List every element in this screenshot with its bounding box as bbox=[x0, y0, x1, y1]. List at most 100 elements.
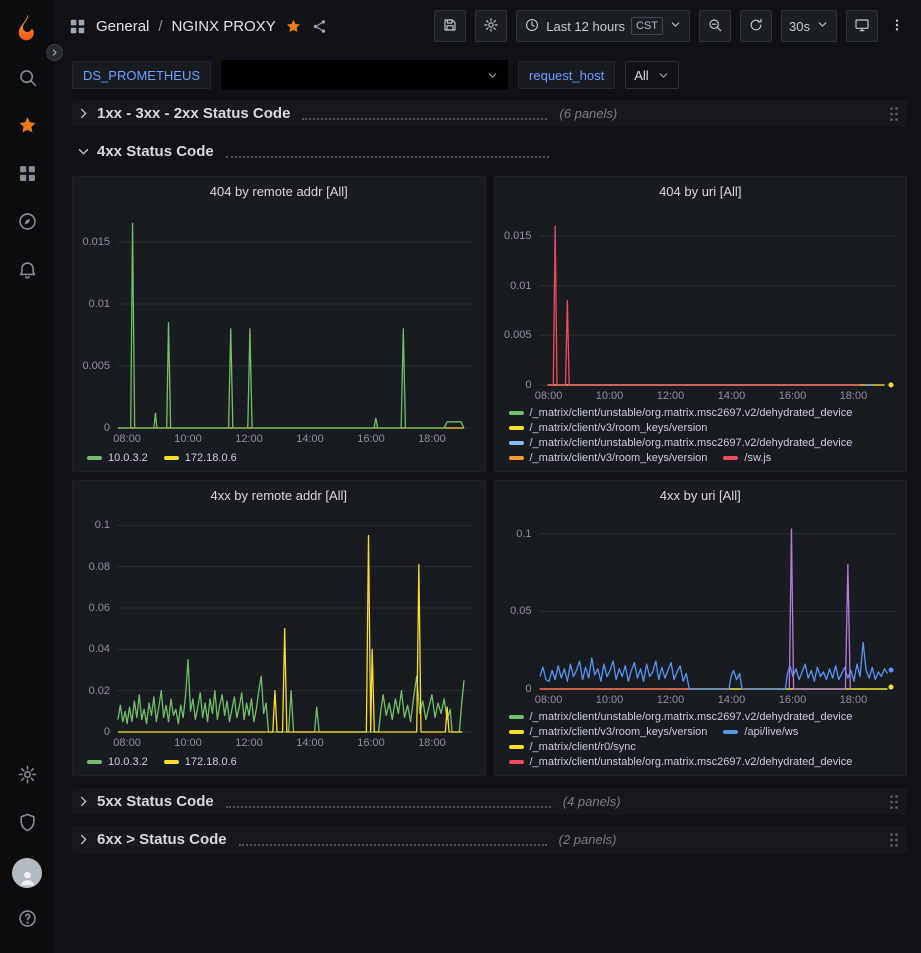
legend-label: /_matrix/client/unstable/org.matrix.msc2… bbox=[530, 437, 853, 449]
series-endpoint-dot bbox=[888, 668, 893, 673]
legend-item[interactable]: /api/live/ws bbox=[723, 726, 798, 738]
legend-item[interactable]: /_matrix/client/unstable/org.matrix.msc2… bbox=[509, 437, 853, 449]
legend-item[interactable]: /sw.js bbox=[723, 452, 771, 464]
legend-label: /_matrix/client/unstable/org.matrix.msc2… bbox=[530, 407, 853, 419]
y-axis-label: 0.015 bbox=[504, 230, 532, 242]
plot-area[interactable] bbox=[117, 515, 473, 732]
legend-item[interactable]: 10.0.3.2 bbox=[87, 452, 148, 464]
dashboard-settings-button[interactable] bbox=[475, 10, 507, 42]
x-axis-label: 18:00 bbox=[418, 737, 446, 749]
x-axis-label: 16:00 bbox=[357, 737, 385, 749]
row-5xx[interactable]: 5xx Status Code (4 panels) bbox=[72, 788, 907, 815]
legend-item[interactable]: 172.18.0.6 bbox=[164, 756, 237, 768]
sidebar-bottom bbox=[0, 753, 54, 945]
x-axis-label: 16:00 bbox=[357, 433, 385, 445]
legend-item[interactable]: /_matrix/client/v3/room_keys/version bbox=[509, 452, 708, 464]
tv-mode-button[interactable] bbox=[846, 10, 878, 42]
breadcrumb-section[interactable]: General bbox=[96, 18, 149, 35]
refresh-button[interactable] bbox=[740, 10, 772, 42]
sidebar-item-help[interactable] bbox=[0, 897, 54, 945]
variable-label-request-host: request_host bbox=[518, 61, 615, 89]
sidebar-item-configuration[interactable] bbox=[0, 753, 54, 801]
favorite-star-icon[interactable] bbox=[285, 18, 302, 35]
legend-label: /_matrix/client/v3/room_keys/version bbox=[530, 726, 708, 738]
panel-title[interactable]: 404 by uri [All] bbox=[495, 177, 907, 205]
sidebar-item-server-admin[interactable] bbox=[0, 801, 54, 849]
series-color-swatch bbox=[164, 456, 179, 460]
chevron-down-icon bbox=[76, 144, 91, 159]
y-axis-label: 0 bbox=[104, 726, 110, 738]
more-options-kebab[interactable] bbox=[887, 10, 907, 42]
plot-area[interactable] bbox=[117, 211, 473, 428]
plot-area[interactable] bbox=[539, 515, 895, 689]
legend-item[interactable]: 10.0.3.2 bbox=[87, 756, 148, 768]
variable-datasource-dropdown[interactable] bbox=[221, 60, 508, 90]
chart-legend: /_matrix/client/unstable/org.matrix.msc2… bbox=[495, 709, 907, 775]
chevron-down-icon bbox=[816, 18, 829, 34]
share-icon[interactable] bbox=[311, 18, 328, 35]
panel-title[interactable]: 4xx by remote addr [All] bbox=[73, 481, 485, 509]
time-range-picker[interactable]: Last 12 hours CST bbox=[516, 10, 690, 42]
legend-label: 172.18.0.6 bbox=[185, 452, 237, 464]
refresh-icon bbox=[748, 17, 764, 36]
save-dashboard-button[interactable] bbox=[434, 10, 466, 42]
row-drag-handle[interactable] bbox=[889, 832, 899, 848]
row-drag-handle[interactable] bbox=[889, 794, 899, 810]
y-axis-label: 0.005 bbox=[82, 360, 110, 372]
legend-item[interactable]: 172.18.0.6 bbox=[164, 452, 237, 464]
x-axis-label: 08:00 bbox=[535, 390, 563, 402]
star-icon bbox=[17, 115, 38, 141]
sidebar-expand-button[interactable] bbox=[46, 44, 63, 61]
plot-area[interactable] bbox=[539, 211, 895, 385]
legend-label: /_matrix/client/unstable/org.matrix.msc2… bbox=[530, 756, 853, 768]
row-panel-count: (6 panels) bbox=[559, 106, 617, 121]
sidebar-nav bbox=[0, 56, 54, 296]
y-axis-label: 0.1 bbox=[516, 528, 531, 540]
sidebar-item-starred[interactable] bbox=[0, 104, 54, 152]
row-6xx[interactable]: 6xx > Status Code (2 panels) bbox=[72, 826, 907, 853]
sidebar-item-search[interactable] bbox=[0, 56, 54, 104]
sidebar-item-profile[interactable] bbox=[0, 849, 54, 897]
sidebar-item-dashboards[interactable] bbox=[0, 152, 54, 200]
kebab-icon bbox=[889, 17, 905, 36]
legend-label: /sw.js bbox=[744, 452, 771, 464]
y-axis-label: 0.005 bbox=[504, 329, 532, 341]
sidebar-item-explore[interactable] bbox=[0, 200, 54, 248]
row-panel-count: (2 panels) bbox=[559, 832, 617, 847]
zoom-out-button[interactable] bbox=[699, 10, 731, 42]
panel-4xx-by-uri: 4xx by uri [All] 00.050.1 08:0010:0012:0… bbox=[494, 480, 908, 776]
y-axis: 00.0050.010.015 bbox=[75, 211, 117, 428]
dotted-leader bbox=[302, 107, 547, 120]
timeseries-chart: 00.0050.010.015 08:0010:0012:0014:0016:0… bbox=[495, 205, 907, 405]
legend-item[interactable]: /_matrix/client/r0/sync bbox=[509, 741, 636, 753]
row-drag-handle[interactable] bbox=[889, 106, 899, 122]
save-icon bbox=[442, 17, 458, 36]
panel-title[interactable]: 404 by remote addr [All] bbox=[73, 177, 485, 205]
series-color-swatch bbox=[723, 456, 738, 460]
x-axis: 08:0010:0012:0014:0016:0018:00 bbox=[117, 732, 473, 752]
variable-request-host-dropdown[interactable]: All bbox=[625, 61, 678, 89]
bell-icon bbox=[17, 259, 38, 285]
legend-item[interactable]: /_matrix/client/v3/room_keys/version bbox=[509, 422, 708, 434]
legend-item[interactable]: /_matrix/client/v3/room_keys/version bbox=[509, 726, 708, 738]
legend-item[interactable]: /_matrix/client/unstable/org.matrix.msc2… bbox=[509, 711, 853, 723]
series-color-swatch bbox=[509, 426, 524, 430]
series-color-swatch bbox=[87, 456, 102, 460]
chart-legend: 10.0.3.2 172.18.0.6 bbox=[73, 448, 485, 471]
legend-item[interactable]: /_matrix/client/unstable/org.matrix.msc2… bbox=[509, 756, 853, 768]
legend-label: 172.18.0.6 bbox=[185, 756, 237, 768]
row-1xx-3xx-2xx[interactable]: 1xx - 3xx - 2xx Status Code (6 panels) bbox=[72, 100, 907, 127]
row-4xx[interactable]: 4xx Status Code bbox=[72, 138, 907, 165]
legend-item[interactable]: /_matrix/client/unstable/org.matrix.msc2… bbox=[509, 407, 853, 419]
x-axis-label: 14:00 bbox=[296, 737, 324, 749]
x-axis-label: 16:00 bbox=[779, 694, 807, 706]
sidebar-item-alerting[interactable] bbox=[0, 248, 54, 296]
x-axis: 08:0010:0012:0014:0016:0018:00 bbox=[539, 689, 895, 709]
panel-4xx-by-remote-addr: 4xx by remote addr [All] 00.020.040.060.… bbox=[72, 480, 486, 776]
panel-title[interactable]: 4xx by uri [All] bbox=[495, 481, 907, 509]
refresh-interval-picker[interactable]: 30s bbox=[781, 10, 837, 42]
breadcrumb-dashboard-title[interactable]: NGINX PROXY bbox=[172, 18, 276, 35]
legend-label: 10.0.3.2 bbox=[108, 452, 148, 464]
grafana-flame-icon bbox=[12, 12, 42, 42]
grafana-logo[interactable] bbox=[10, 10, 44, 44]
